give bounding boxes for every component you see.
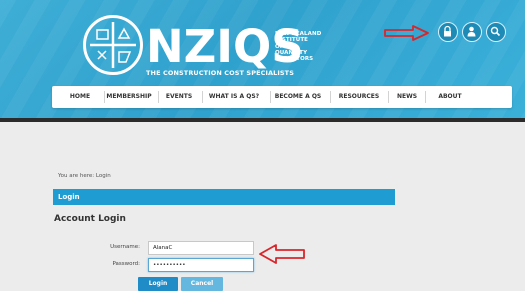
nav-divider [270, 91, 271, 103]
red-arrow-left-icon [259, 244, 305, 264]
nav-divider [104, 91, 105, 103]
nav-item-become-a-qs[interactable]: BECOME A QS [273, 86, 323, 108]
login-title-bar: Login [53, 189, 395, 205]
site-header: NZIQS THE CONSTRUCTION COST SPECIALISTS … [0, 0, 525, 118]
username-field[interactable]: AlanaC [148, 241, 254, 255]
nav-divider [425, 91, 426, 103]
user-icon [467, 26, 476, 37]
login-button[interactable]: Login [138, 277, 178, 291]
password-field[interactable]: •••••••••• [148, 258, 254, 272]
nav-divider [158, 91, 159, 103]
search-icon [490, 26, 501, 37]
red-arrow-right-icon [384, 25, 429, 41]
search-button[interactable] [486, 22, 506, 42]
nav-divider [330, 91, 331, 103]
username-label: Username: [110, 244, 140, 250]
page-title: Account Login [54, 214, 126, 224]
emblem-icon [90, 22, 136, 68]
main-nav: HOME MEMBERSHIP EVENTS WHAT IS A QS? BEC… [52, 86, 512, 108]
nav-item-news[interactable]: NEWS [390, 86, 424, 108]
nav-item-membership[interactable]: MEMBERSHIP [106, 86, 152, 108]
logo-emblem[interactable] [83, 15, 143, 75]
breadcrumb: You are here: Login [58, 173, 111, 179]
login-lock-button[interactable] [438, 22, 458, 42]
header-bottom-band [0, 118, 525, 122]
nav-item-events[interactable]: EVENTS [160, 86, 198, 108]
nav-divider [202, 91, 203, 103]
cancel-button[interactable]: Cancel [181, 277, 223, 291]
lock-icon [444, 25, 451, 37]
password-label: Password: [112, 261, 140, 267]
nav-item-about[interactable]: ABOUT [430, 86, 470, 108]
nav-divider [388, 91, 389, 103]
institute-line: SURVEYORS [275, 56, 314, 63]
nav-item-resources[interactable]: RESOURCES [336, 86, 382, 108]
nav-item-what-is-a-qs[interactable]: WHAT IS A QS? [206, 86, 262, 108]
institute-name: NEW ZEALAND INSTITUTE OF QUANTITY SURVEY… [275, 31, 321, 62]
logo-tagline: THE CONSTRUCTION COST SPECIALISTS [146, 69, 294, 77]
account-button[interactable] [462, 22, 482, 42]
nav-item-home[interactable]: HOME [62, 86, 98, 108]
